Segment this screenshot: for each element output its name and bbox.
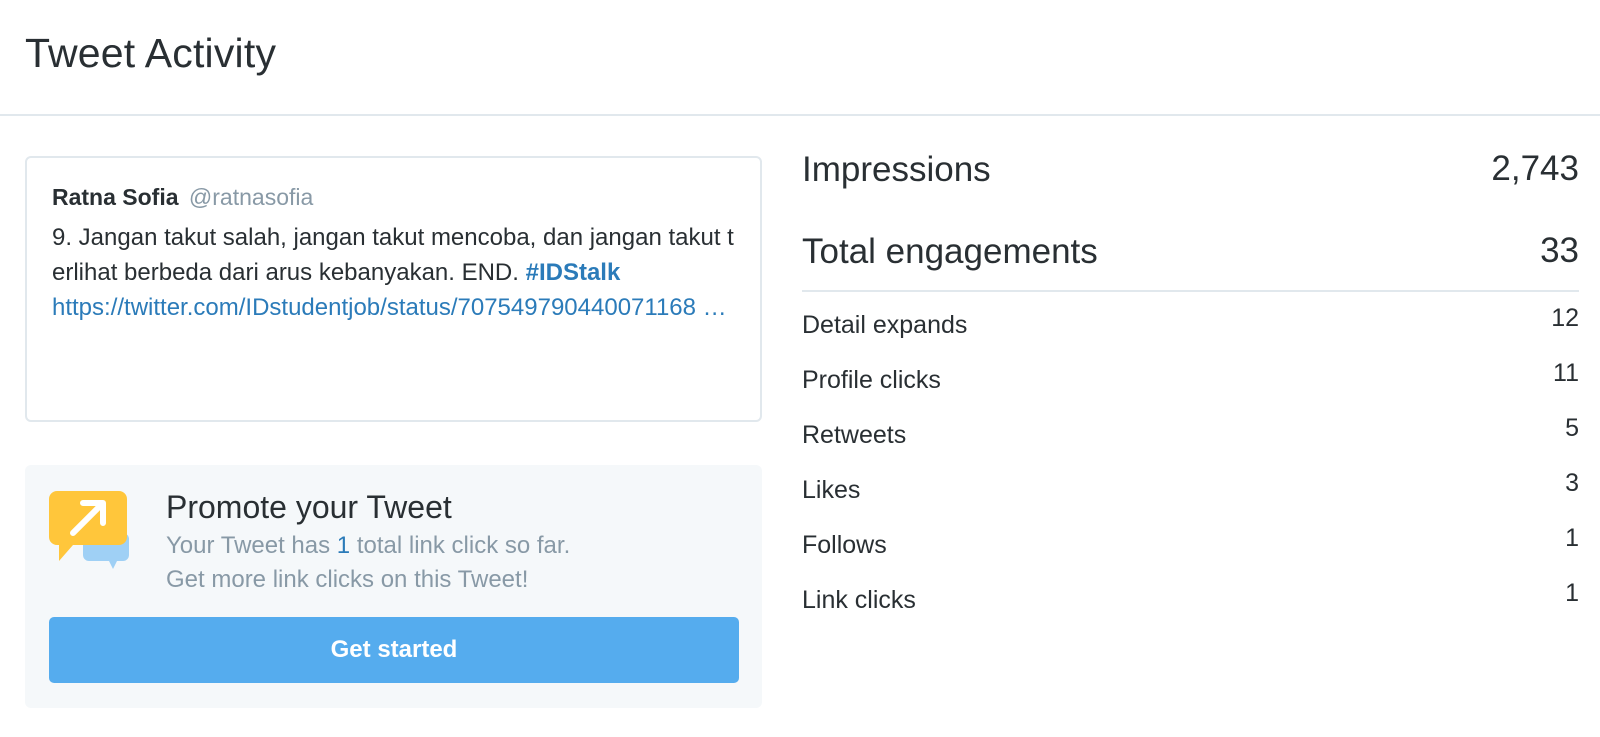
stat-value: 1	[1565, 524, 1579, 552]
stat-value: 33	[1540, 231, 1579, 270]
stat-value: 11	[1553, 359, 1579, 387]
stat-row: Likes 3	[802, 457, 1579, 512]
stat-label: Link clicks	[802, 586, 916, 614]
stats-panel: Impressions 2,743 Total engagements 33 D…	[802, 149, 1579, 622]
tweet-card: Ratna Sofia @ratnasofia 9. Jangan takut …	[25, 156, 762, 422]
get-started-button[interactable]: Get started	[49, 617, 739, 683]
promote-title: Promote your Tweet	[166, 489, 452, 525]
promote-speech-bubble-icon	[49, 491, 129, 569]
stat-row: Follows 1	[802, 512, 1579, 567]
stat-row: Profile clicks 11	[802, 347, 1579, 402]
link-click-count: 1	[336, 532, 351, 559]
tweet-author: Ratna Sofia @ratnasofia	[52, 184, 313, 211]
stat-label: Likes	[802, 476, 861, 504]
tweet-body: 9. Jangan takut salah, jangan takut menc…	[52, 224, 734, 286]
author-handle[interactable]: @ratnasofia	[189, 184, 313, 210]
stat-value: 5	[1565, 414, 1579, 442]
promote-line1-suffix: total link click so far.	[350, 532, 571, 559]
stat-label: Retweets	[802, 421, 907, 449]
stat-impressions: Impressions 2,743	[802, 149, 1579, 232]
stat-value: 2,743	[1491, 149, 1579, 188]
stat-value: 3	[1565, 469, 1579, 497]
stat-label: Detail expands	[802, 311, 968, 339]
promote-line1-prefix: Your Tweet has	[166, 532, 337, 559]
tweet-url-link[interactable]: https://twitter.com/IDstudentjob/status/…	[52, 294, 727, 321]
stat-label: Follows	[802, 531, 887, 559]
hashtag-link[interactable]: #IDStalk	[526, 259, 621, 286]
stat-total-engagements: Total engagements 33	[802, 231, 1579, 288]
page-header: Tweet Activity	[0, 0, 1600, 116]
promote-panel: Promote your Tweet Your Tweet has 1 tota…	[25, 465, 762, 708]
page-title: Tweet Activity	[25, 30, 277, 76]
stat-label: Impressions	[802, 150, 991, 189]
stat-row: Detail expands 12	[802, 292, 1579, 347]
stat-label: Profile clicks	[802, 366, 941, 394]
author-name[interactable]: Ratna Sofia	[52, 184, 179, 210]
promote-line2: Get more link clicks on this Tweet!	[166, 566, 529, 593]
tweet-text: 9. Jangan takut salah, jangan takut menc…	[52, 220, 742, 325]
stat-value: 12	[1551, 304, 1579, 332]
stat-label: Total engagements	[802, 232, 1098, 271]
stat-row: Retweets 5	[802, 402, 1579, 457]
stat-value: 1	[1565, 579, 1579, 607]
stat-row: Link clicks 1	[802, 567, 1579, 622]
promote-description: Your Tweet has 1 total link click so far…	[166, 529, 570, 597]
